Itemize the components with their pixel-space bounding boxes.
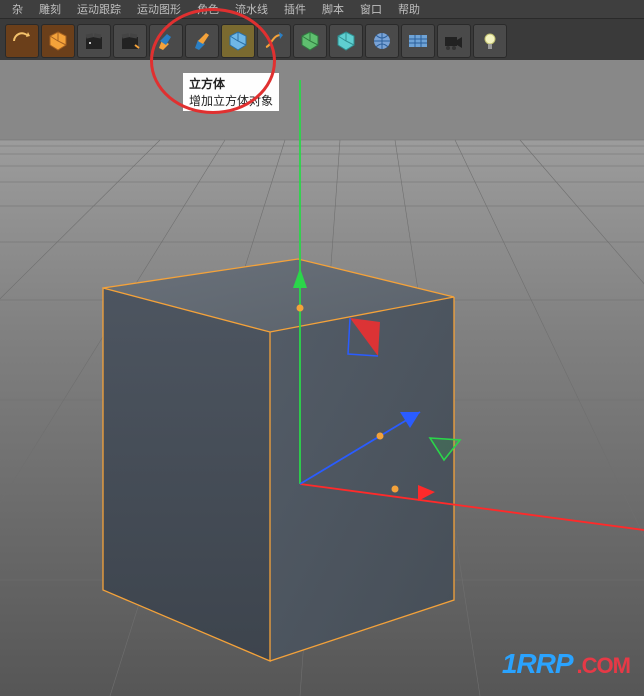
menu-item-window[interactable]: 窗口 (352, 1, 390, 17)
generator-button[interactable] (293, 24, 327, 58)
undo-button[interactable] (5, 24, 39, 58)
menu-item-plugins[interactable]: 插件 (276, 1, 314, 17)
cube-orange-button[interactable] (41, 24, 75, 58)
menu-item-sculpt[interactable]: 雕刻 (31, 1, 69, 17)
watermark-main: 1RRP (502, 648, 573, 679)
viewport-3d[interactable] (0, 60, 644, 696)
menu-item-mograph[interactable]: 运动图形 (129, 1, 189, 17)
animation-button-a[interactable] (77, 24, 111, 58)
menu-item-motion-tracker[interactable]: 运动跟踪 (69, 1, 129, 17)
pen-button-a[interactable] (149, 24, 183, 58)
menu-item-character[interactable]: 角色 (189, 1, 227, 17)
toolbar (0, 18, 644, 64)
menu-item-script[interactable]: 脚本 (314, 1, 352, 17)
cube-primitive-button[interactable] (221, 24, 255, 58)
environment-button[interactable] (365, 24, 399, 58)
camera-button[interactable] (437, 24, 471, 58)
menu-item-misc[interactable]: 杂 (4, 1, 31, 17)
watermark-suffix: .COM (577, 653, 630, 678)
light-button[interactable] (473, 24, 507, 58)
menu-bar: 杂 雕刻 运动跟踪 运动图形 角色 流水线 插件 脚本 窗口 帮助 (0, 0, 644, 18)
animation-button-b[interactable] (113, 24, 147, 58)
spline-pen-button[interactable] (257, 24, 291, 58)
floor-button[interactable] (401, 24, 435, 58)
watermark: 1RRP.COM (502, 650, 630, 678)
tooltip-cube: 立方体 增加立方体对象 (182, 72, 280, 112)
deformer-button[interactable] (329, 24, 363, 58)
tooltip-title: 立方体 (189, 75, 273, 92)
menu-item-help[interactable]: 帮助 (390, 1, 428, 17)
cube-object[interactable] (103, 259, 454, 661)
pen-button-b[interactable] (185, 24, 219, 58)
tooltip-desc: 增加立方体对象 (189, 92, 273, 109)
menu-item-pipeline[interactable]: 流水线 (227, 1, 276, 17)
